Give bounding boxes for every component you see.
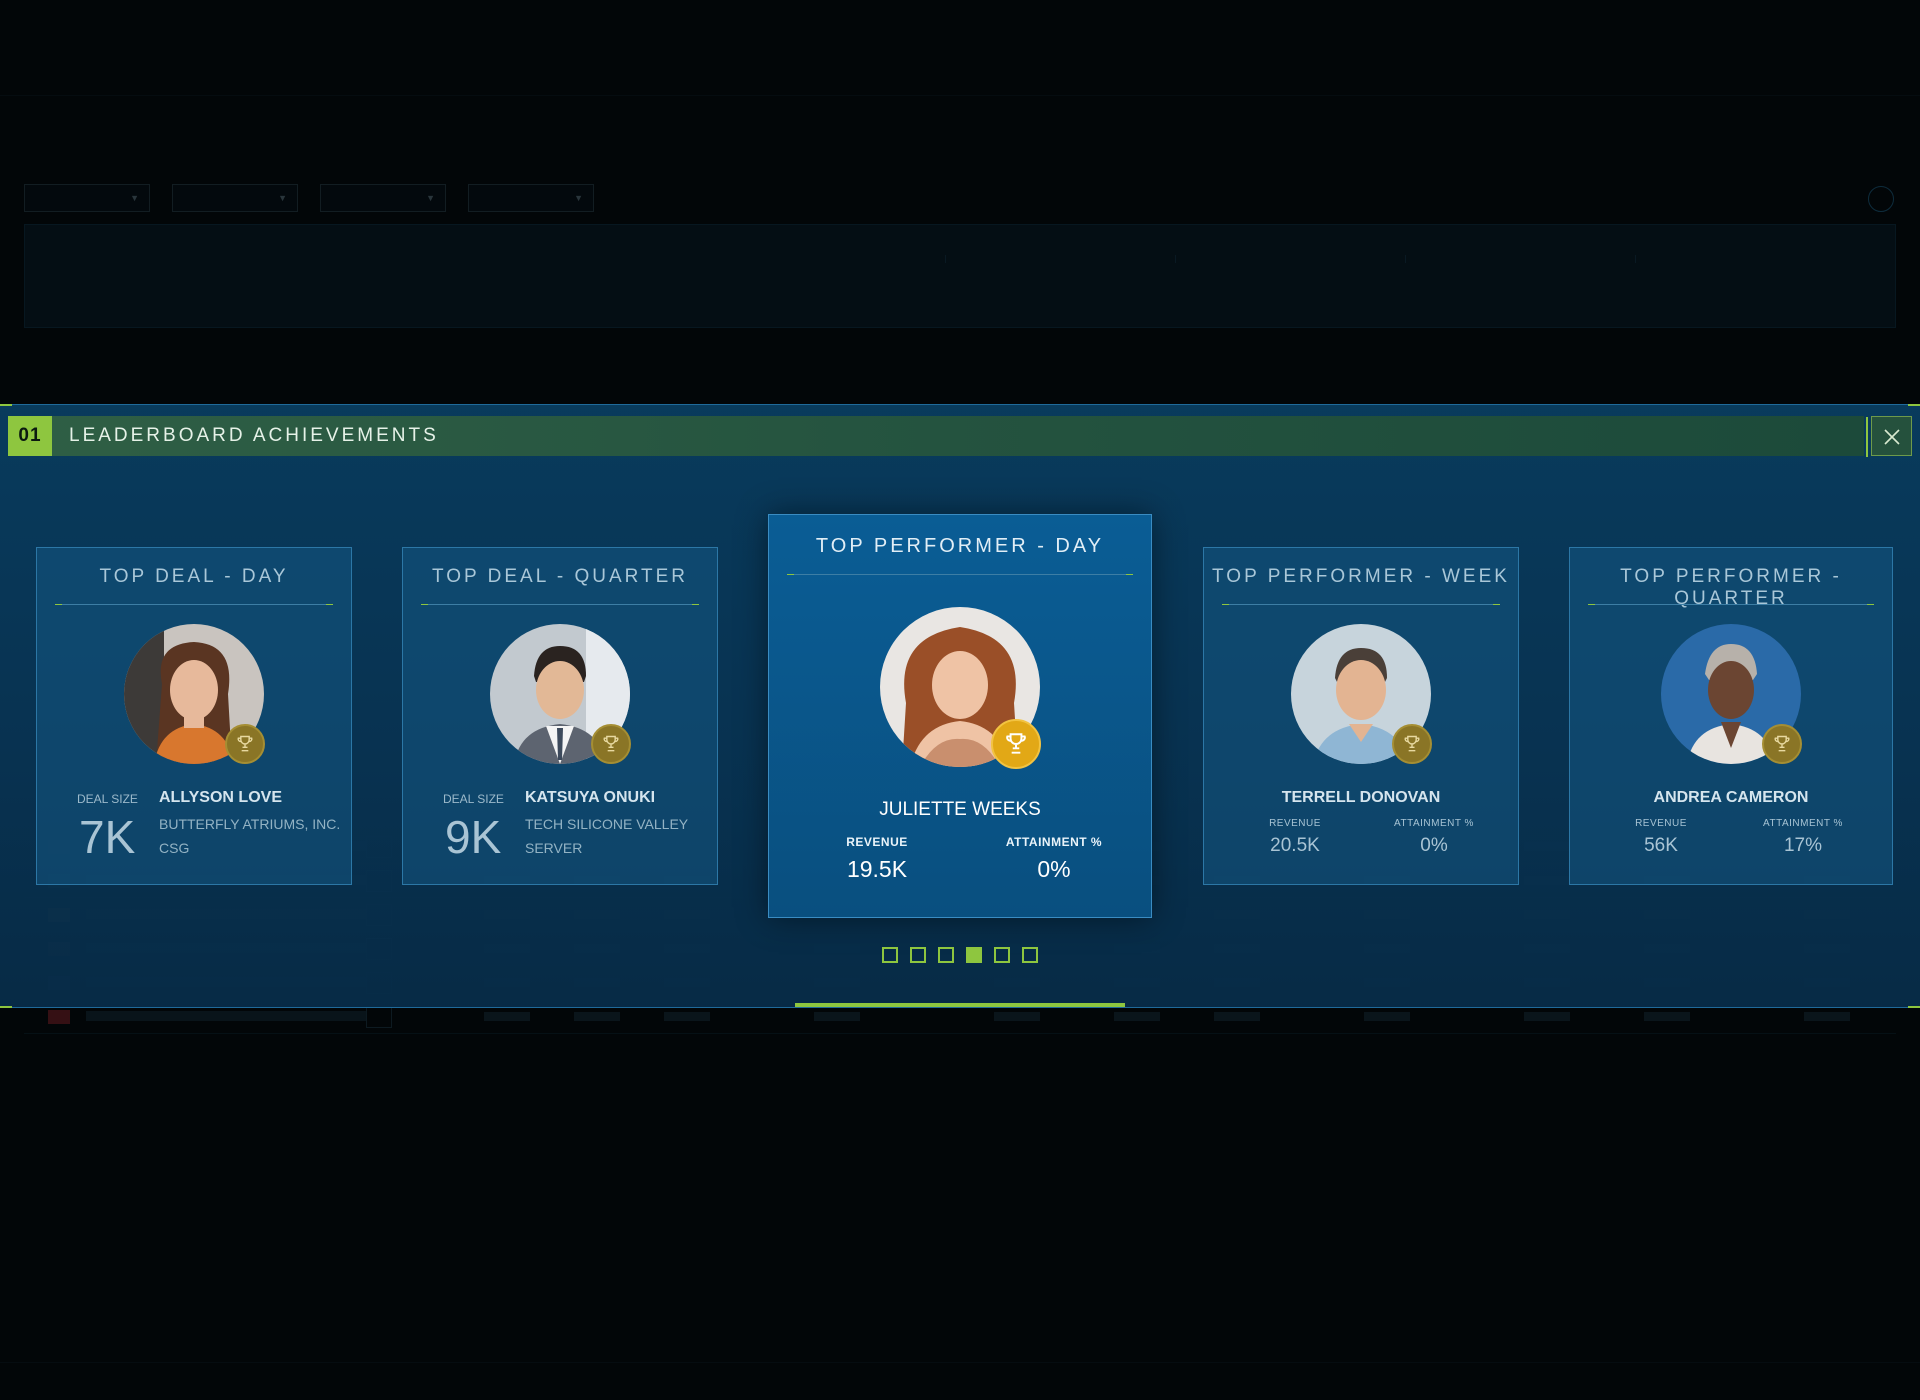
card-heading: TOP DEAL - DAY xyxy=(99,566,289,587)
company-name: BUTTERFLY ATRIUMS, INC. CSG xyxy=(159,816,341,856)
top-divider xyxy=(0,95,1920,96)
corner-tick xyxy=(0,404,12,406)
revenue-label: REVENUE xyxy=(846,835,908,849)
carousel-progress-bar xyxy=(795,1003,1125,1007)
deal-size-label: DEAL SIZE xyxy=(443,792,504,806)
trophy-icon xyxy=(225,724,265,764)
trophy-icon xyxy=(591,724,631,764)
achievement-card-top-deal-quarter[interactable]: TOP DEAL - QUARTER DEAL SIZE 9K KATSUYA … xyxy=(402,547,718,885)
card-heading: TOP PERFORMER - WEEK xyxy=(1212,566,1510,587)
attainment-value: 0% xyxy=(1037,856,1071,882)
achievement-card-top-performer-week[interactable]: TOP PERFORMER - WEEK TERRELL DONOVAN REV… xyxy=(1203,547,1519,885)
achievements-modal: 01 LEADERBOARD ACHIEVEMENTS TOP DEAL - D… xyxy=(0,404,1920,1008)
corner-tick xyxy=(0,1006,12,1008)
revenue-stat: REVENUE 20.5K xyxy=(1230,818,1360,857)
filter-select: ▼ xyxy=(172,184,298,212)
achievement-card-top-performer-quarter[interactable]: TOP PERFORMER - QUARTER ANDREA CAMERON R… xyxy=(1569,547,1893,885)
modal-number: 01 xyxy=(8,416,52,456)
achievement-card-top-performer-day[interactable]: TOP PERFORMER - DAY JULIETTE WEEKS REVEN… xyxy=(768,514,1152,918)
person-name: KATSUYA ONUKI xyxy=(525,789,656,806)
corner-tick xyxy=(1908,1006,1920,1008)
close-button[interactable] xyxy=(1866,416,1912,457)
person-name: TERRELL DONOVAN xyxy=(1281,789,1441,806)
achievement-card-top-deal-day[interactable]: TOP DEAL - DAY DEAL SIZE 7K ALLYSON LOVE… xyxy=(36,547,352,885)
deal-size-value: 9K xyxy=(445,811,502,863)
revenue-value: 20.5K xyxy=(1270,835,1320,856)
card-divider xyxy=(787,574,1133,575)
attainment-label: ATTAINMENT % xyxy=(1005,835,1103,849)
top-nav xyxy=(818,186,898,198)
modal-titlebar: 01 LEADERBOARD ACHIEVEMENTS xyxy=(8,416,1864,456)
deal-size-label: DEAL SIZE xyxy=(77,792,138,806)
trophy-icon xyxy=(1762,724,1802,764)
period-tabs xyxy=(48,352,152,364)
modal-title: LEADERBOARD ACHIEVEMENTS xyxy=(69,425,439,446)
attainment-stat: ATTAINMENT % 0% xyxy=(1369,818,1499,857)
dashboard-header xyxy=(24,224,1896,328)
person-name: ALLYSON LOVE xyxy=(159,789,282,806)
filter-select: ▼ xyxy=(24,184,150,212)
card-heading: TOP PERFORMER - DAY xyxy=(815,535,1105,557)
filter-select: ▼ xyxy=(320,184,446,212)
card-divider xyxy=(421,604,699,605)
pager-dot[interactable] xyxy=(910,947,926,963)
person-name: ANDREA CAMERON xyxy=(1653,789,1809,806)
person-name: JULIETTE WEEKS xyxy=(879,799,1041,820)
pager-dot[interactable] xyxy=(938,947,954,963)
attainment-stat: ATTAINMENT % 0% xyxy=(989,835,1119,883)
revenue-label: REVENUE xyxy=(1635,818,1687,829)
pager-dot[interactable] xyxy=(966,947,982,963)
deal-size-value: 7K xyxy=(79,811,136,863)
revenue-stat: REVENUE 19.5K xyxy=(812,835,942,883)
card-divider xyxy=(1588,604,1874,605)
revenue-value: 56K xyxy=(1644,835,1678,856)
revenue-label: REVENUE xyxy=(1269,818,1321,829)
pager-dot[interactable] xyxy=(882,947,898,963)
attainment-stat: ATTAINMENT % 17% xyxy=(1738,818,1868,857)
corner-tick xyxy=(1908,404,1920,406)
card-heading: TOP DEAL - QUARTER xyxy=(431,566,688,587)
attainment-value: 17% xyxy=(1783,835,1823,856)
help-icon xyxy=(1868,186,1894,212)
company-name: TECH SILICONE VALLEY SERVER xyxy=(525,816,688,856)
filter-bar: ▼ ▼ ▼ ▼ xyxy=(24,184,594,212)
trophy-icon xyxy=(991,719,1041,769)
card-divider xyxy=(1222,604,1500,605)
pager-dot[interactable] xyxy=(994,947,1010,963)
revenue-value: 19.5K xyxy=(846,856,908,882)
bottom-divider xyxy=(0,1362,1920,1363)
carousel-pager xyxy=(882,947,1038,963)
attainment-label: ATTAINMENT % xyxy=(1763,818,1843,829)
pager-dot[interactable] xyxy=(1022,947,1038,963)
revenue-stat: REVENUE 56K xyxy=(1596,818,1726,857)
trophy-icon xyxy=(1392,724,1432,764)
card-divider xyxy=(55,604,333,605)
close-icon xyxy=(1884,429,1900,445)
filter-select: ▼ xyxy=(468,184,594,212)
attainment-label: ATTAINMENT % xyxy=(1394,818,1474,829)
attainment-value: 0% xyxy=(1420,835,1448,856)
